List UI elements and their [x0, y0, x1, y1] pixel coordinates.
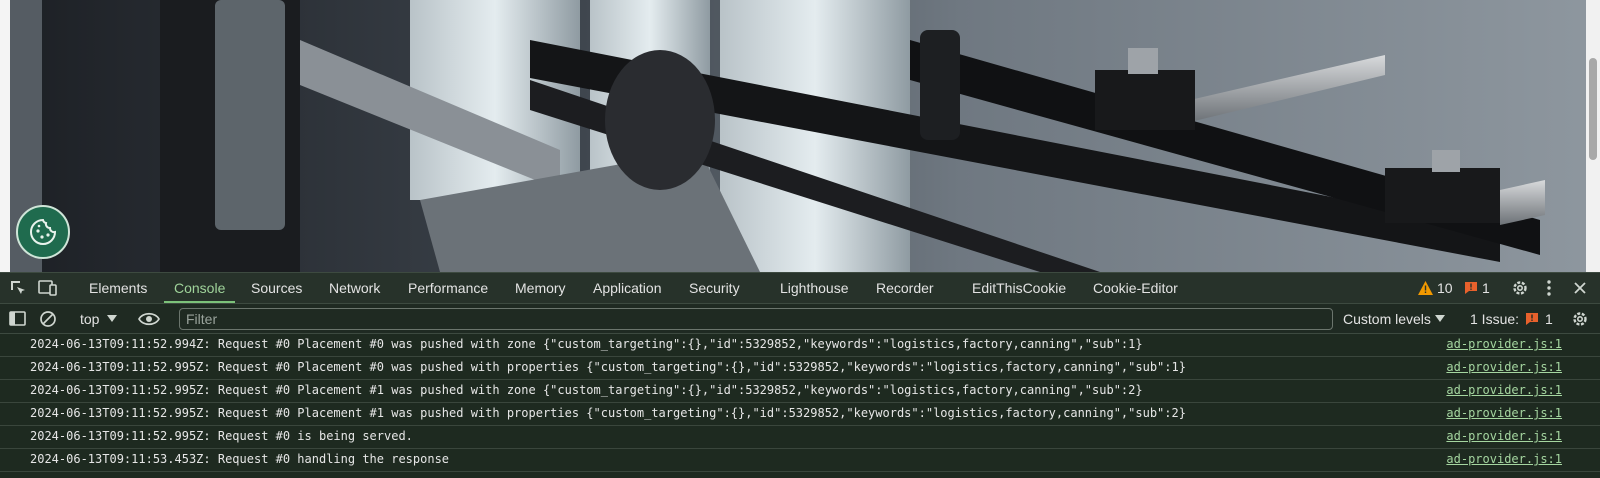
web-page-content: [0, 0, 1600, 272]
log-levels-label: Custom levels: [1343, 311, 1431, 327]
tab-network[interactable]: Network: [329, 273, 380, 303]
filter-input[interactable]: Filter: [179, 308, 1333, 330]
console-message: 2024-06-13T09:11:52.995Z: Request #0 Pla…: [0, 380, 1600, 403]
console-message: 2024-06-13T09:11:53.453Z: Request #0 han…: [0, 449, 1600, 472]
tab-elements[interactable]: Elements: [89, 273, 147, 303]
source-link[interactable]: ad-provider.js:1: [1446, 452, 1562, 466]
factory-photo: [0, 0, 1600, 272]
tab-recorder[interactable]: Recorder: [876, 273, 934, 303]
source-link[interactable]: ad-provider.js:1: [1446, 337, 1562, 351]
context-value: top: [80, 311, 100, 327]
cookie-settings-button[interactable]: [16, 205, 70, 259]
message-text: 2024-06-13T09:11:53.453Z: Request #0 han…: [30, 452, 450, 466]
console-settings-gear-icon[interactable]: [1569, 308, 1591, 330]
chevron-down-icon: [107, 315, 118, 322]
context-selector[interactable]: top: [80, 304, 118, 334]
tab-console[interactable]: Console: [163, 273, 236, 303]
issues-count: 1: [1545, 311, 1553, 327]
device-toolbar-icon[interactable]: [37, 277, 59, 299]
message-text: 2024-06-13T09:11:52.994Z: Request #0 Pla…: [30, 337, 1143, 351]
tab-editthiscookie[interactable]: EditThisCookie: [972, 273, 1066, 303]
devtools-tab-bar: Elements Console Sources Network Perform…: [0, 272, 1600, 304]
chevron-down-icon: [1434, 315, 1445, 322]
settings-gear-icon[interactable]: [1509, 277, 1531, 299]
source-link[interactable]: ad-provider.js:1: [1446, 429, 1562, 443]
message-text: 2024-06-13T09:11:52.995Z: Request #0 is …: [30, 429, 413, 443]
source-link[interactable]: ad-provider.js:1: [1446, 383, 1562, 397]
tab-sources[interactable]: Sources: [251, 273, 302, 303]
clear-console-icon[interactable]: [37, 308, 59, 330]
console-message: 2024-06-13T09:11:52.995Z: Request #0 is …: [0, 426, 1600, 449]
sidebar-toggle-icon[interactable]: [7, 308, 29, 330]
issue-icon: [1465, 282, 1477, 294]
warnings-counter[interactable]: 10: [1418, 280, 1453, 296]
source-link[interactable]: ad-provider.js:1: [1446, 360, 1562, 374]
scrollbar-thumb[interactable]: [1589, 58, 1597, 160]
tab-memory[interactable]: Memory: [515, 273, 566, 303]
message-text: 2024-06-13T09:11:52.995Z: Request #0 Pla…: [30, 406, 1186, 420]
log-levels-dropdown[interactable]: Custom levels: [1343, 304, 1445, 334]
tab-lighthouse[interactable]: Lighthouse: [780, 273, 849, 303]
tab-performance[interactable]: Performance: [408, 273, 488, 303]
console-messages: 2024-06-13T09:11:52.994Z: Request #0 Pla…: [0, 334, 1600, 478]
close-devtools-icon[interactable]: [1569, 277, 1591, 299]
tab-application[interactable]: Application: [593, 273, 662, 303]
issues-count-top: 1: [1482, 280, 1490, 296]
source-link[interactable]: ad-provider.js:1: [1446, 406, 1562, 420]
cookie-icon: [30, 218, 57, 245]
issues-counter[interactable]: 1: [1464, 280, 1490, 296]
message-text: 2024-06-13T09:11:52.995Z: Request #0 Pla…: [30, 383, 1143, 397]
issues-label: 1 Issue:: [1470, 311, 1520, 327]
warning-icon: [1418, 281, 1433, 295]
eye-icon[interactable]: [138, 308, 160, 330]
console-message: 2024-06-13T09:11:52.995Z: Request #0 Pla…: [0, 357, 1600, 380]
issue-icon: [1526, 313, 1539, 325]
tab-security[interactable]: Security: [689, 273, 740, 303]
console-message: 2024-06-13T09:11:52.994Z: Request #0 Pla…: [0, 334, 1600, 357]
console-toolbar: top Filter Custom levels 1 Issue: 1: [0, 304, 1600, 334]
warnings-count: 10: [1437, 280, 1453, 296]
inspect-element-icon[interactable]: [7, 277, 29, 299]
message-text: 2024-06-13T09:11:52.995Z: Request #0 Pla…: [30, 360, 1186, 374]
console-message: 2024-06-13T09:11:52.995Z: Request #0 Pla…: [0, 403, 1600, 426]
more-options-icon[interactable]: [1538, 277, 1560, 299]
tab-cookie-editor[interactable]: Cookie-Editor: [1093, 273, 1178, 303]
page-scrollbar[interactable]: [1586, 0, 1600, 272]
issues-link[interactable]: 1 Issue: 1: [1470, 304, 1553, 334]
